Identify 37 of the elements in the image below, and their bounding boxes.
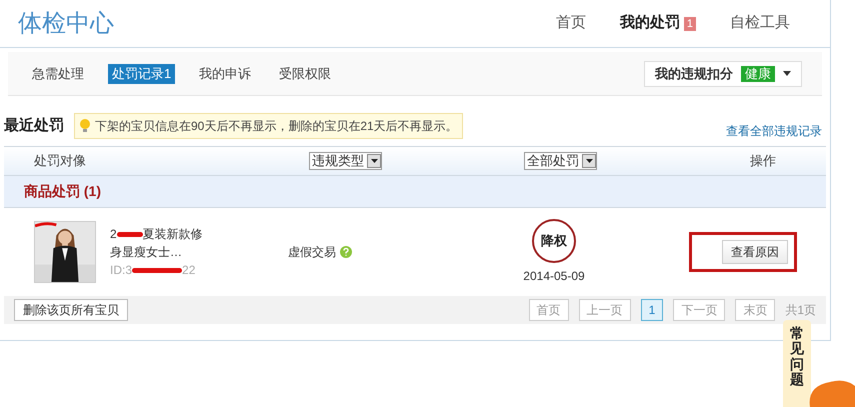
- view-all-link[interactable]: 查看全部违规记录: [726, 122, 822, 140]
- caret-icon: [582, 154, 596, 168]
- pager-button[interactable]: 1: [640, 299, 664, 321]
- group-title: 商品处罚 (1): [24, 182, 101, 201]
- delete-all-button[interactable]: 删除该页所有宝贝: [14, 299, 128, 321]
- nav-link[interactable]: 自检工具: [730, 12, 790, 35]
- product-title: 身显瘦女士…: [110, 244, 183, 261]
- lightbulb-icon: [79, 119, 91, 133]
- help-icon[interactable]: [340, 246, 352, 258]
- faq-side-tab[interactable]: 常见问题: [783, 320, 811, 407]
- violation-type: 虚假交易: [288, 244, 336, 261]
- tab[interactable]: 我的申诉: [195, 64, 256, 84]
- filter-select[interactable]: 违规类型: [309, 152, 382, 170]
- score-dropdown[interactable]: 我的违规扣分 健康: [644, 60, 802, 86]
- section-title: 最近处罚: [4, 116, 64, 136]
- product-id: ID:3 22: [110, 262, 196, 279]
- tab[interactable]: 处罚记录1: [108, 64, 176, 84]
- penalty-stamp: 降权: [532, 219, 576, 263]
- caret-icon: [783, 71, 791, 76]
- page-title: 体检中心: [18, 8, 114, 38]
- notice-text: 下架的宝贝信息在90天后不再显示，删除的宝贝在21天后不再显示。: [95, 118, 458, 135]
- filter-select[interactable]: 全部处罚: [524, 152, 597, 170]
- column-header: 操作: [750, 152, 776, 170]
- tab[interactable]: 受限权限: [275, 64, 336, 84]
- count-badge: 1: [684, 16, 696, 30]
- view-reason-button[interactable]: 查看原因: [722, 240, 788, 264]
- status-badge: 健康: [741, 66, 775, 82]
- column-header: 处罚对像: [34, 152, 87, 170]
- nav-link[interactable]: 首页: [556, 12, 586, 35]
- nav-link[interactable]: 我的处罚 1: [620, 12, 696, 35]
- page-total: 共1页: [785, 302, 816, 319]
- redaction-mark: [132, 268, 182, 272]
- caret-icon: [367, 154, 381, 168]
- tab[interactable]: 急需处理: [28, 64, 88, 84]
- penalty-date: 2014-05-09: [523, 268, 585, 285]
- redaction-mark: [116, 232, 143, 236]
- product-title: 2 夏装新款修: [110, 226, 203, 243]
